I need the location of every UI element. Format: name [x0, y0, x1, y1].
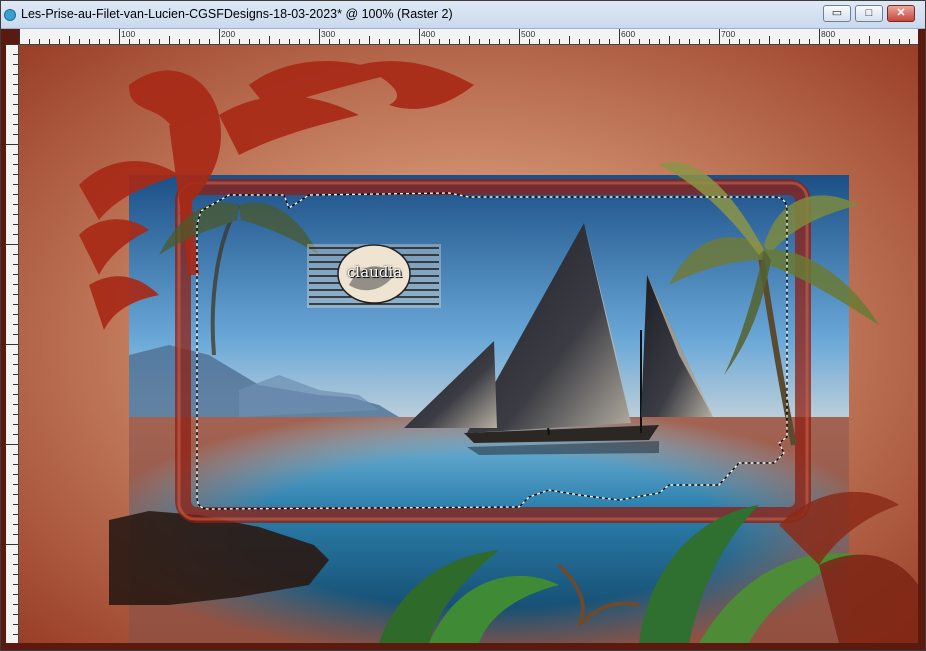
window-title: Les-Prise-au-Filet-van-Lucien-CGSFDesign…: [21, 7, 453, 21]
ruler-label-400: 400: [421, 29, 436, 39]
ruler-label-300: 300: [321, 29, 336, 39]
ruler-label-500: 500: [521, 29, 536, 39]
close-button[interactable]: ✕: [887, 5, 915, 22]
ruler-label-600: 600: [621, 29, 636, 39]
ruler-label-700: 700: [721, 29, 736, 39]
ruler-ticks: [19, 29, 910, 44]
app-window: Les-Prise-au-Filet-van-Lucien-CGSFDesign…: [0, 0, 926, 651]
maximize-icon: □: [865, 7, 873, 19]
vertical-ruler-ticks: [6, 44, 18, 635]
image-canvas[interactable]: claudia: [19, 45, 918, 643]
maximize-button[interactable]: □: [855, 5, 883, 22]
ruler-label-100: 100: [121, 29, 136, 39]
title-bar[interactable]: Les-Prise-au-Filet-van-Lucien-CGSFDesign…: [1, 1, 925, 29]
horizontal-ruler: 100 200 300 400 500 600 700 800: [19, 29, 918, 45]
app-icon: [4, 9, 16, 21]
vertical-ruler: [6, 44, 19, 643]
claudia-watermark: claudia: [307, 244, 441, 308]
minimize-button[interactable]: ▭: [823, 5, 851, 22]
ruler-label-200: 200: [221, 29, 236, 39]
watermark-text: claudia: [347, 263, 403, 281]
ruler-label-800: 800: [821, 29, 836, 39]
minimize-icon: ▭: [831, 7, 843, 19]
artwork: [19, 45, 918, 643]
close-icon: ✕: [896, 7, 906, 19]
